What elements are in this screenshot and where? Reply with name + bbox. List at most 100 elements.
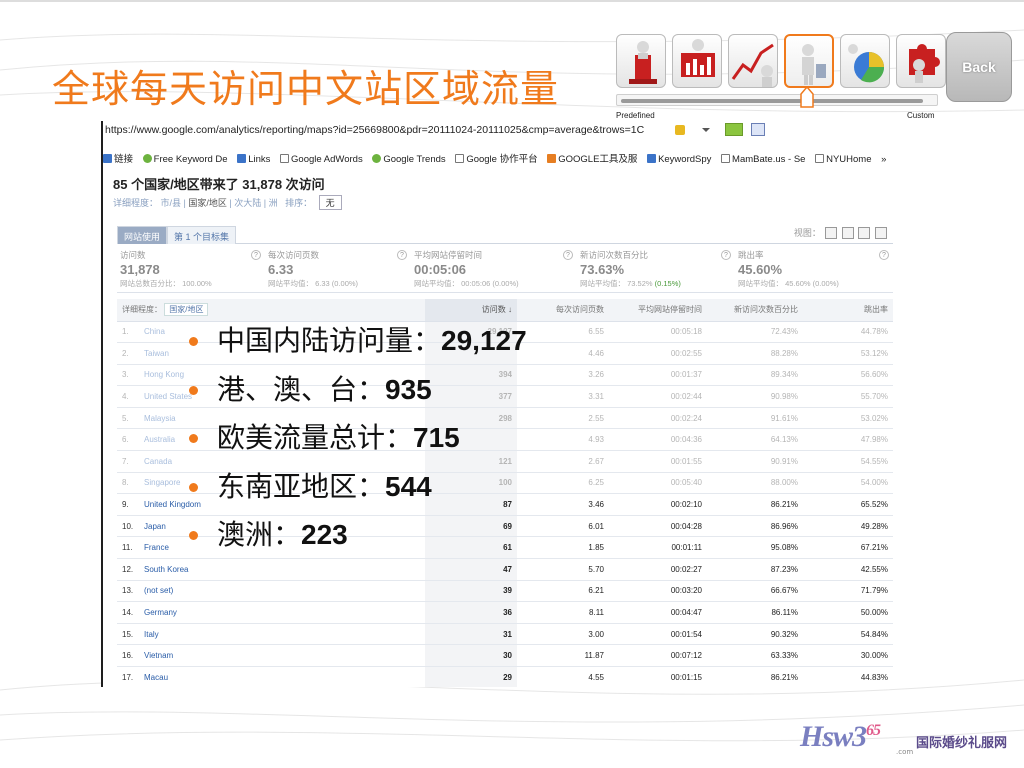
country-link[interactable]: (not set) [139, 580, 425, 603]
pie-chart-figure-icon[interactable] [840, 34, 890, 88]
avg-time-cell: 00:07:12 [609, 644, 707, 667]
metric-visits: 访问数 31,878 网站总数百分比： 100.00% ? [117, 247, 265, 293]
avg-time-cell: 00:02:27 [609, 558, 707, 581]
detail-option[interactable]: 市/县 [161, 198, 182, 208]
keywordspy-icon [647, 154, 657, 163]
row-index: 16. [117, 644, 139, 667]
new-visits-cell: 63.33% [707, 644, 803, 667]
column-header-bounce[interactable]: 跳出率 [803, 299, 893, 322]
avg-time-cell: 00:04:47 [609, 601, 707, 624]
new-visits-cell: 86.96% [707, 515, 803, 538]
slide-title: 全球每天访问中文站区域流量 [52, 67, 560, 111]
bookmark-item[interactable]: MamBate.us - Se [721, 154, 805, 165]
row-index: 17. [117, 666, 139, 687]
bar-chart-figure-icon[interactable] [672, 34, 722, 88]
metric-pages-per-visit: 每次访问页数 6.33 网站平均值： 6.33 (0.00%) ? [265, 247, 411, 293]
help-icon[interactable]: ? [397, 250, 407, 260]
visits-cell: 31 [425, 623, 517, 646]
list-item: 东南亚地区：544 [186, 464, 626, 513]
row-index: 2. [117, 342, 139, 365]
new-visits-cell: 88.00% [707, 472, 803, 495]
list-item: 港、澳、台：935 [186, 367, 626, 416]
country-link[interactable]: Macau [139, 666, 425, 687]
bookmark-item[interactable]: Links [237, 154, 270, 165]
bounce-cell: 30.00% [803, 644, 893, 667]
new-visits-cell: 90.32% [707, 623, 803, 646]
paw-icon[interactable] [751, 123, 765, 136]
performance-view-icon[interactable] [858, 227, 871, 239]
detail-level-select[interactable]: 国家/地区 [164, 303, 209, 317]
bounce-cell: 44.83% [803, 666, 893, 687]
tab-goal-set[interactable]: 第 1 个目标集 [167, 226, 237, 244]
bookmarks-overflow[interactable]: » [881, 154, 886, 165]
new-visits-cell: 90.91% [707, 450, 803, 473]
detail-option[interactable]: 次大陆 [234, 198, 261, 208]
bookmark-item[interactable]: GOOGLE工具及服 [547, 151, 637, 165]
bounce-cell: 56.60% [803, 364, 893, 387]
avg-time-cell: 00:01:15 [609, 666, 707, 687]
bookmark-item[interactable]: Google AdWords [280, 154, 363, 165]
bookmark-item[interactable]: Google Trends [372, 154, 446, 165]
row-index: 13. [117, 580, 139, 603]
row-index: 3. [117, 364, 139, 387]
table-row: 12. South Korea 47 5.70 00:02:27 87.23% 42.55% [117, 558, 893, 581]
bounce-cell: 54.84% [803, 623, 893, 646]
list-item: 澳洲：223 [186, 512, 626, 561]
view-switcher: 视图： [794, 226, 887, 242]
go-button[interactable] [725, 123, 743, 136]
row-index: 5. [117, 407, 139, 430]
new-visits-cell: 87.23% [707, 558, 803, 581]
comparison-view-icon[interactable] [875, 227, 887, 239]
bookmark-item[interactable]: 链接 [103, 151, 133, 165]
bounce-cell: 55.70% [803, 385, 893, 408]
tools-icon [547, 154, 557, 163]
report-tabs: 网站使用 第 1 个目标集 视图： [117, 226, 893, 244]
row-index: 14. [117, 601, 139, 624]
detail-option[interactable]: 洲 [269, 198, 278, 208]
help-icon[interactable]: ? [879, 250, 889, 260]
pages-cell: 3.00 [517, 623, 609, 646]
line-chart-figure-icon[interactable] [728, 34, 778, 88]
help-icon[interactable]: ? [563, 250, 573, 260]
sort-select[interactable]: 无 [318, 195, 342, 210]
row-index: 1. [117, 321, 139, 344]
help-icon[interactable]: ? [721, 250, 731, 260]
bookmark-item[interactable]: KeywordSpy [647, 154, 711, 165]
country-link[interactable]: Germany [139, 601, 425, 624]
slider-knob-icon[interactable] [800, 86, 814, 108]
person-presenting-icon[interactable] [784, 34, 834, 88]
page-icon [280, 154, 290, 163]
pages-cell: 4.55 [517, 666, 609, 687]
puzzle-figure-icon[interactable] [896, 34, 946, 88]
view-slider[interactable] [616, 94, 938, 106]
page-icon [455, 154, 465, 163]
bookmark-item[interactable]: Google 协作平台 [455, 151, 538, 165]
metric-avg-time: 平均网站停留时间 00:05:06 网站平均值： 00:05:06 (0.00%… [411, 247, 577, 293]
table-view-icon[interactable] [825, 227, 838, 239]
brand-logo: Hsw365 .com 国际婚纱礼服网 [800, 720, 1008, 756]
dropdown-arrow-icon[interactable] [699, 124, 713, 136]
visits-cell: 47 [425, 558, 517, 581]
pie-view-icon[interactable] [841, 227, 854, 239]
new-visits-cell: 95.08% [707, 536, 803, 560]
tab-site-usage[interactable]: 网站使用 [117, 226, 168, 244]
checkmark-icon [142, 154, 152, 163]
row-index: 7. [117, 450, 139, 473]
bounce-cell: 47.98% [803, 428, 893, 452]
visits-cell: 36 [425, 601, 517, 624]
url-bar[interactable]: https://www.google.com/analytics/reporti… [103, 121, 897, 139]
traffic-summary-list: 中国内陆访问量：29,127 港、澳、台：935 欧美流量总计：715 东南亚地… [186, 318, 626, 561]
country-link[interactable]: South Korea [139, 558, 425, 581]
row-index: 9. [117, 493, 139, 516]
help-icon[interactable]: ? [251, 250, 261, 260]
podium-figure-icon[interactable] [616, 34, 666, 88]
bookmark-item[interactable]: Free Keyword De [142, 154, 228, 165]
back-button[interactable]: Back [946, 32, 1012, 102]
new-visits-cell: 72.43% [707, 321, 803, 344]
country-link[interactable]: Italy [139, 623, 425, 646]
country-link[interactable]: Vietnam [139, 644, 425, 667]
bookmark-item[interactable]: NYUHome [815, 154, 871, 165]
avg-time-cell: 00:01:54 [609, 623, 707, 646]
detail-option-selected[interactable]: 国家/地区 [188, 198, 227, 208]
column-header-new-visits[interactable]: 新访问次数百分比 [707, 299, 803, 322]
